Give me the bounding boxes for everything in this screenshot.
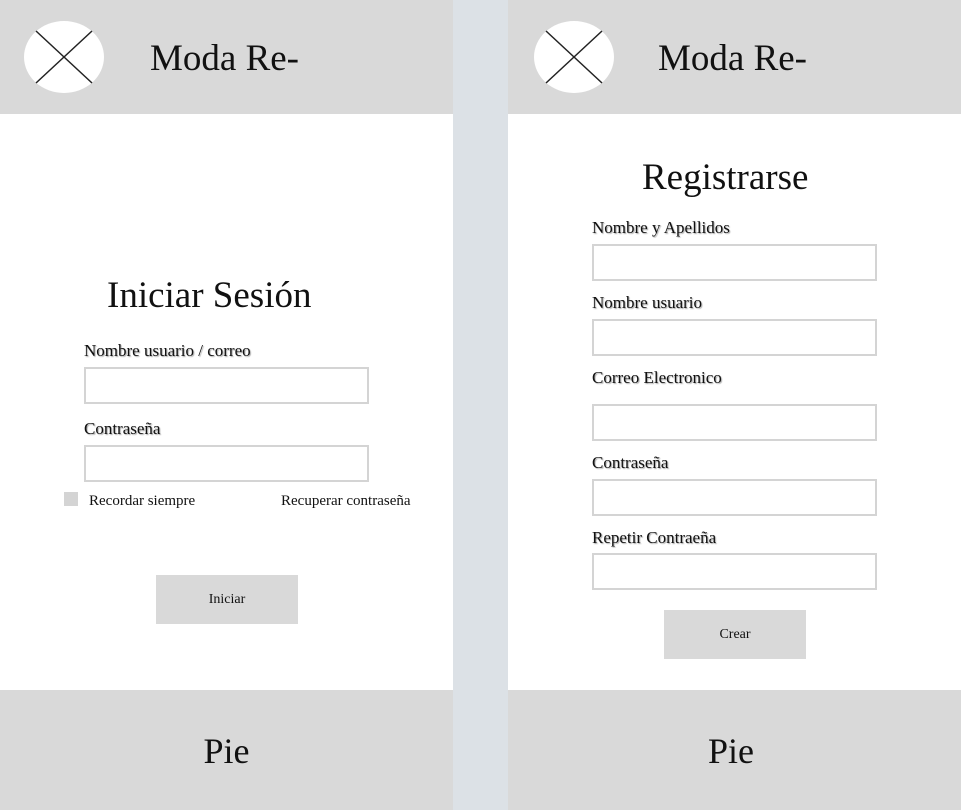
create-account-button[interactable]: Crear bbox=[664, 610, 806, 659]
login-button[interactable]: Iniciar bbox=[156, 575, 298, 624]
login-panel: Moda Re- Iniciar Sesión Nombre usuario /… bbox=[0, 0, 453, 810]
username-input[interactable] bbox=[84, 367, 369, 404]
footer-text: Pie bbox=[203, 731, 250, 771]
footer-text: Pie bbox=[707, 731, 754, 771]
recover-password-link[interactable]: Recuperar contraseña bbox=[281, 492, 411, 510]
register-username-label: Nombre usuario bbox=[592, 293, 703, 312]
login-header: Moda Re- bbox=[0, 0, 453, 114]
fullname-label: Nombre y Apellidos bbox=[592, 218, 730, 237]
image-placeholder-icon bbox=[24, 21, 104, 93]
register-panel: Moda Re- Registrarse Nombre y Apellidos … bbox=[508, 0, 961, 810]
email-label: Correo Electronico bbox=[592, 368, 722, 387]
register-header: Moda Re- bbox=[508, 0, 961, 114]
register-username-input[interactable] bbox=[592, 319, 877, 356]
repeat-password-label: Repetir Contraeña bbox=[592, 528, 717, 547]
register-title: Registrarse bbox=[642, 157, 809, 198]
register-password-input[interactable] bbox=[592, 479, 877, 516]
brand-title: Moda Re- bbox=[658, 38, 807, 79]
login-title: Iniciar Sesión bbox=[107, 275, 312, 316]
email-input[interactable] bbox=[592, 404, 877, 441]
password-label: Contraseña bbox=[84, 419, 161, 438]
password-input[interactable] bbox=[84, 445, 369, 482]
register-password-label: Contraseña bbox=[592, 453, 669, 472]
repeat-password-input[interactable] bbox=[592, 553, 877, 590]
remember-checkbox[interactable] bbox=[64, 492, 78, 506]
image-placeholder-icon bbox=[534, 21, 614, 93]
brand-title: Moda Re- bbox=[150, 38, 299, 79]
username-label: Nombre usuario / correo bbox=[84, 341, 251, 360]
fullname-input[interactable] bbox=[592, 244, 877, 281]
remember-label: Recordar siempre bbox=[89, 493, 196, 509]
